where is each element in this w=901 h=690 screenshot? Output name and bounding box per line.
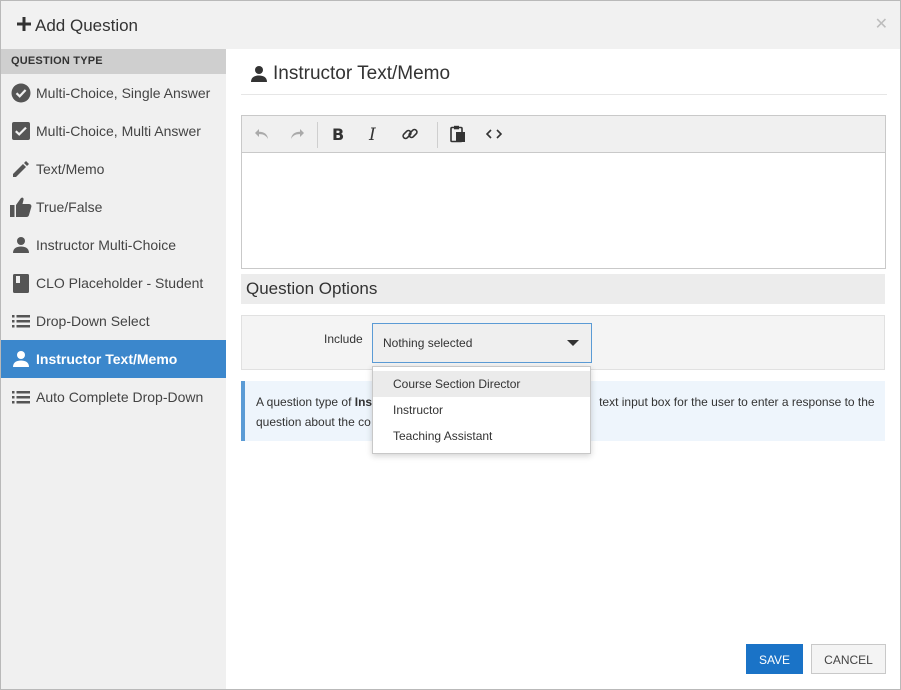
sidebar-item-drop-down-select[interactable]: Drop-Down Select bbox=[1, 302, 226, 340]
sidebar-item-multi-choice-single[interactable]: Multi-Choice, Single Answer bbox=[1, 74, 226, 112]
dropdown-option-teaching-assistant[interactable]: Teaching Assistant bbox=[373, 423, 590, 449]
bold-icon[interactable]: B bbox=[327, 124, 349, 144]
sidebar-item-label: Multi-Choice, Multi Answer bbox=[36, 123, 201, 139]
code-icon[interactable] bbox=[483, 124, 505, 144]
redo-icon[interactable] bbox=[286, 124, 308, 144]
page-title-text: Instructor Text/Memo bbox=[273, 63, 451, 84]
sidebar-item-label: Text/Memo bbox=[36, 161, 105, 177]
plus-icon bbox=[15, 15, 33, 33]
check-circle-icon bbox=[10, 82, 32, 104]
add-question-dialog: Add Question ✕ QUESTION TYPE Multi-Choic… bbox=[0, 0, 901, 690]
pencil-icon bbox=[10, 158, 32, 180]
title-divider bbox=[241, 94, 887, 95]
person-icon bbox=[250, 64, 270, 84]
question-options-title: Question Options bbox=[241, 274, 885, 304]
include-row: Include Nothing selected bbox=[241, 315, 885, 370]
dropdown-option-course-section-director[interactable]: Course Section Director bbox=[373, 371, 590, 397]
save-button[interactable]: SAVE bbox=[746, 644, 803, 674]
person-icon bbox=[10, 348, 32, 370]
book-icon bbox=[10, 272, 32, 294]
editor-body[interactable] bbox=[242, 153, 885, 268]
include-label: Include bbox=[324, 332, 363, 346]
question-type-sidebar: QUESTION TYPE Multi-Choice, Single Answe… bbox=[1, 49, 226, 689]
sidebar-item-label: Instructor Multi-Choice bbox=[36, 237, 177, 253]
checkbox-icon bbox=[10, 120, 32, 142]
person-icon bbox=[10, 234, 32, 256]
include-select-value: Nothing selected bbox=[383, 336, 473, 350]
editor-toolbar: B I bbox=[242, 116, 885, 153]
paste-icon[interactable] bbox=[447, 124, 469, 144]
sidebar-item-label: Multi-Choice, Single Answer bbox=[36, 85, 211, 101]
sidebar-item-clo-placeholder[interactable]: CLO Placeholder - Student bbox=[1, 264, 226, 302]
dialog-title: Add Question bbox=[35, 16, 139, 35]
svg-text:B: B bbox=[332, 126, 344, 142]
dialog-titlebar: Add Question ✕ bbox=[1, 1, 900, 49]
sidebar-item-label: True/False bbox=[36, 199, 103, 215]
list-icon bbox=[10, 310, 32, 332]
italic-icon[interactable]: I bbox=[363, 124, 385, 144]
dropdown-option-instructor[interactable]: Instructor bbox=[373, 397, 590, 423]
include-select[interactable]: Nothing selected bbox=[372, 323, 592, 363]
sidebar-item-label: Drop-Down Select bbox=[36, 313, 150, 329]
page-title: Instructor Text/Memo bbox=[250, 63, 450, 85]
sidebar-item-auto-complete[interactable]: Auto Complete Drop-Down bbox=[1, 378, 226, 416]
sidebar-item-text-memo[interactable]: Text/Memo bbox=[1, 150, 226, 188]
sidebar-item-multi-choice-multi[interactable]: Multi-Choice, Multi Answer bbox=[1, 112, 226, 150]
thumbs-up-icon bbox=[10, 196, 32, 218]
sidebar-item-label: Auto Complete Drop-Down bbox=[36, 389, 204, 405]
toolbar-separator bbox=[317, 122, 318, 148]
sidebar-header: QUESTION TYPE bbox=[1, 49, 226, 74]
sidebar-item-true-false[interactable]: True/False bbox=[1, 188, 226, 226]
sidebar-item-instructor-text-memo[interactable]: Instructor Text/Memo bbox=[1, 340, 226, 378]
sidebar-item-instructor-multi-choice[interactable]: Instructor Multi-Choice bbox=[1, 226, 226, 264]
svg-text:I: I bbox=[368, 126, 376, 142]
rich-text-editor: B I bbox=[241, 115, 886, 269]
link-icon[interactable] bbox=[399, 124, 421, 144]
sidebar-item-label: CLO Placeholder - Student bbox=[36, 275, 204, 291]
chevron-down-icon bbox=[567, 340, 579, 346]
toolbar-separator bbox=[437, 122, 438, 148]
include-dropdown-menu: Course Section Director Instructor Teach… bbox=[372, 366, 591, 454]
undo-icon[interactable] bbox=[251, 124, 273, 144]
list-icon bbox=[10, 386, 32, 408]
cancel-button[interactable]: CANCEL bbox=[811, 644, 886, 674]
sidebar-item-label: Instructor Text/Memo bbox=[36, 351, 178, 367]
close-icon[interactable]: ✕ bbox=[875, 14, 888, 34]
